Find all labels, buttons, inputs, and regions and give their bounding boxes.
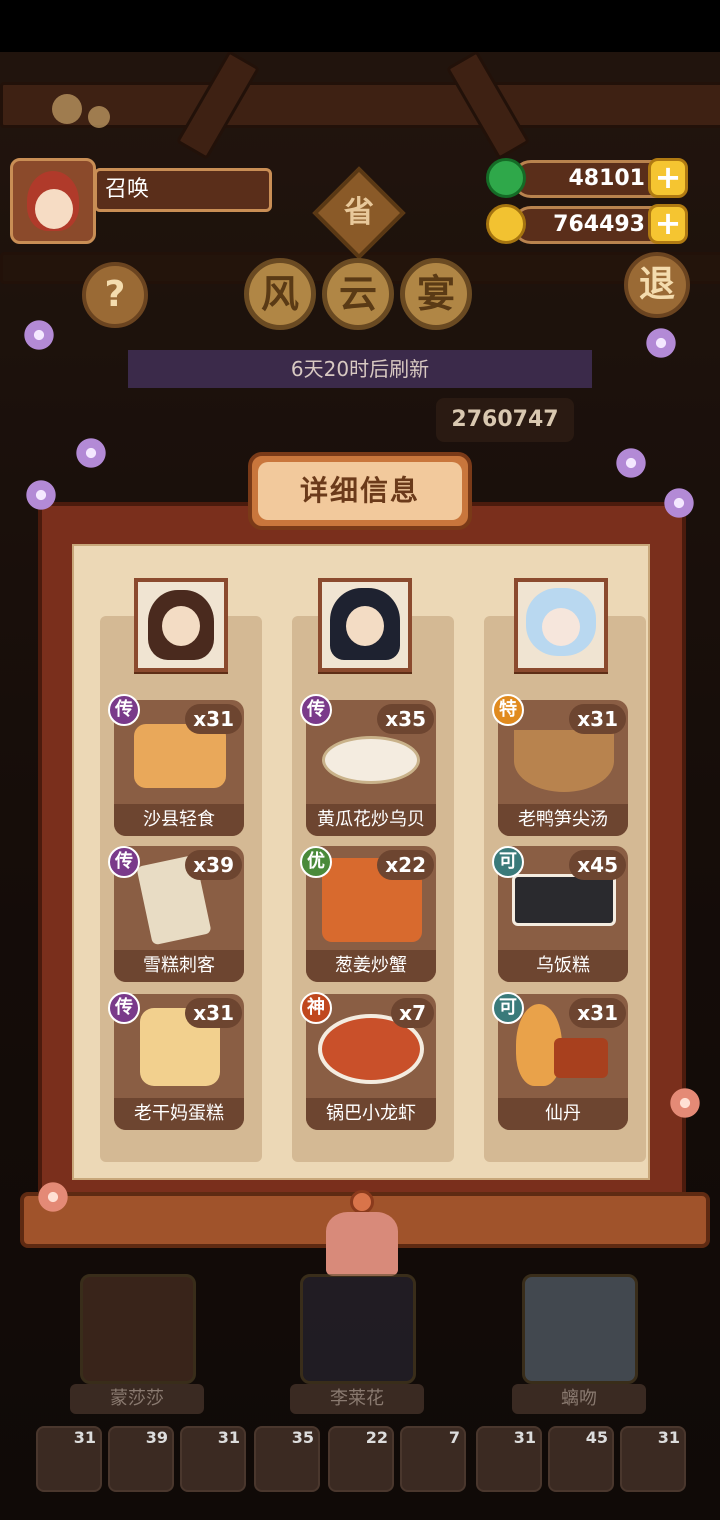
event-title-char: 云 (322, 258, 394, 330)
dish-image-box (554, 1038, 608, 1078)
rank-badge: 神 (300, 992, 332, 1024)
event-title-char: 宴 (400, 258, 472, 330)
player-avatar[interactable] (10, 158, 96, 244)
dish-name: 黄瓜花炒乌贝 (306, 804, 436, 836)
dish-name: 老鸭笋尖汤 (498, 804, 628, 836)
event-title-char: 风 (244, 258, 316, 330)
bottom-chef-portrait[interactable] (522, 1274, 638, 1384)
help-button[interactable]: ? (82, 262, 148, 328)
slot-count: 22 (365, 1428, 388, 1447)
rank-badge: 特 (492, 694, 524, 726)
dish-slot[interactable]: 35 (254, 1426, 320, 1492)
chick-decoration (52, 94, 82, 124)
dish-image (512, 874, 616, 926)
event-score: 2760747 (436, 398, 574, 442)
bottom-chef-name: 螭吻 (512, 1384, 646, 1414)
dish-image (514, 730, 614, 792)
dish-image (322, 736, 420, 784)
slot-count: 39 (145, 1428, 168, 1447)
dish-qty: x35 (377, 704, 434, 734)
slot-count: 7 (448, 1428, 460, 1447)
chef-portrait[interactable] (318, 578, 412, 672)
slot-count: 31 (513, 1428, 536, 1447)
dish-slot[interactable]: 22 (328, 1426, 394, 1492)
dish-qty: x22 (377, 850, 434, 880)
rank-badge: 传 (300, 694, 332, 726)
rank-badge: 传 (108, 992, 140, 1024)
dish-slot[interactable]: 31 (620, 1426, 686, 1492)
dish-name: 乌饭糕 (498, 950, 628, 982)
dish-qty: x31 (569, 704, 626, 734)
dish-name: 雪糕刺客 (114, 950, 244, 982)
flower-decoration (644, 326, 678, 360)
slot-count: 31 (217, 1428, 240, 1447)
dish-qty: x39 (185, 850, 242, 880)
refresh-timer: 6天20时后刷新 (128, 350, 592, 388)
bottom-chef-name: 蒙莎莎 (70, 1384, 204, 1414)
rank-badge: 传 (108, 694, 140, 726)
bottom-chef-name: 李莱花 (290, 1384, 424, 1414)
dish-slot[interactable]: 45 (548, 1426, 614, 1492)
slot-count: 45 (585, 1428, 608, 1447)
dish-name: 老干妈蛋糕 (114, 1098, 244, 1130)
tassel-knot (350, 1190, 374, 1214)
province-badge[interactable]: 省 (326, 190, 392, 236)
panel-title: 详细信息 (258, 462, 462, 520)
dish-qty: x31 (569, 998, 626, 1028)
tassel-decoration (326, 1212, 398, 1276)
slot-count: 31 (73, 1428, 96, 1447)
coin-icon (486, 204, 526, 244)
slot-count: 35 (291, 1428, 314, 1447)
dish-name: 锅巴小龙虾 (306, 1098, 436, 1130)
flower-decoration (24, 478, 58, 512)
rank-badge: 传 (108, 846, 140, 878)
dish-qty: x31 (185, 704, 242, 734)
flower-decoration (74, 436, 108, 470)
bottom-chef-portrait[interactable] (300, 1274, 416, 1384)
rank-badge: 可 (492, 846, 524, 878)
dish-slot[interactable]: 7 (400, 1426, 466, 1492)
chef-face (162, 606, 200, 646)
dish-slot[interactable]: 31 (180, 1426, 246, 1492)
chef-portrait[interactable] (514, 578, 608, 672)
flower-decoration (662, 486, 696, 520)
add-jade-button[interactable]: + (648, 158, 688, 198)
rank-badge: 可 (492, 992, 524, 1024)
flower-decoration (614, 446, 648, 480)
dish-slot[interactable]: 31 (36, 1426, 102, 1492)
add-coins-button[interactable]: + (648, 204, 688, 244)
flower-decoration (36, 1180, 70, 1214)
dish-name: 葱姜炒蟹 (306, 950, 436, 982)
exit-button[interactable]: 退 (624, 252, 690, 318)
chef-face (542, 608, 580, 646)
dish-slot[interactable]: 31 (476, 1426, 542, 1492)
dish-qty: x31 (185, 998, 242, 1028)
chick-decoration (88, 106, 110, 128)
bottom-chef-portrait[interactable] (80, 1274, 196, 1384)
slot-count: 31 (657, 1428, 680, 1447)
dish-qty: x45 (569, 850, 626, 880)
dish-name: 沙县轻食 (114, 804, 244, 836)
chef-portrait[interactable] (134, 578, 228, 672)
avatar-face (35, 189, 73, 229)
jade-icon (486, 158, 526, 198)
dish-slot[interactable]: 39 (108, 1426, 174, 1492)
dish-name: 仙丹 (498, 1098, 628, 1130)
flower-decoration (22, 318, 56, 352)
chef-face (346, 606, 384, 646)
flower-decoration (668, 1086, 702, 1120)
rank-badge: 优 (300, 846, 332, 878)
player-name: 召唤 (94, 168, 272, 212)
dish-qty: x7 (391, 998, 434, 1028)
